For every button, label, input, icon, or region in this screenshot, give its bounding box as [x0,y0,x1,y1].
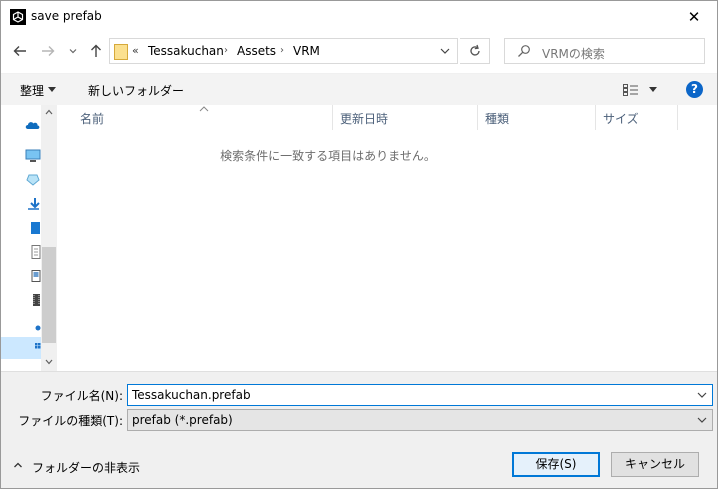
chevron-down-icon[interactable] [439,43,451,59]
unity-icon [10,9,26,25]
filetype-label: ファイルの種類(T): [18,414,123,428]
filetype-select[interactable]: prefab (*.prefab) [127,409,713,431]
chevron-down-icon[interactable] [45,359,53,365]
save-button[interactable]: 保存(S) [512,452,600,477]
downloads-icon[interactable] [25,197,41,211]
address-bar[interactable]: « Tessakuchan › Assets › VRM [109,38,458,64]
filename-field[interactable]: Tessakuchan.prefab [127,384,713,406]
save-options-panel: ファイル名(N): Tessakuchan.prefab ファイルの種類(T):… [1,371,717,488]
filetype-value: prefab (*.prefab) [132,413,233,427]
refresh-button[interactable] [460,38,490,64]
up-button[interactable] [85,39,107,63]
filename-value[interactable]: Tessakuchan.prefab [132,388,251,402]
search-input[interactable]: VRMの検索 [542,45,605,62]
forward-button[interactable] [37,39,59,63]
arrow-up-icon [91,44,101,57]
breadcrumb-assets[interactable]: Assets [237,44,276,58]
videos-icon[interactable] [25,293,41,307]
file-list[interactable]: 名前 更新日時 種類 サイズ 検索条件に一致する項目はありません。 [58,105,717,371]
folder-icon [114,44,128,60]
search-icon [518,45,530,57]
breadcrumb-overflow[interactable]: « [132,44,139,57]
filename-label: ファイル名(N): [40,389,123,403]
documents-icon[interactable] [25,245,41,259]
3d-objects-icon[interactable] [25,173,41,187]
sort-ascending-icon [199,106,209,112]
back-button[interactable] [9,39,31,63]
search-box[interactable]: VRMの検索 [504,38,705,64]
chevron-up-icon[interactable] [45,109,53,115]
navigation-pane [1,105,58,371]
cancel-button[interactable]: キャンセル [611,452,699,477]
arrow-left-icon [13,46,26,56]
breadcrumb-tessakuchan[interactable]: Tessakuchan [148,44,224,58]
title-bar: save prefab ✕ [1,1,717,33]
close-icon: ✕ [687,8,701,26]
view-options-caret-icon[interactable] [649,87,657,92]
recent-locations-button[interactable] [65,39,81,63]
column-header-size[interactable]: サイズ [596,105,678,130]
this-pc-icon[interactable] [25,149,41,163]
windows-drive-icon[interactable] [25,341,41,353]
column-header-modified-label: 更新日時 [340,112,389,126]
save-dialog: save prefab ✕ « Tessakuchan › Assets › V… [0,0,718,489]
navigation-scrollbar[interactable] [41,105,57,371]
arrow-right-icon [42,46,55,56]
column-header-name[interactable]: 名前 [58,105,333,130]
pictures-icon[interactable] [25,269,41,283]
organize-button[interactable]: 整理 [20,82,44,99]
breadcrumb-separator[interactable]: › [224,45,228,56]
window-title: save prefab [31,9,102,23]
column-header-type-label: 種類 [485,112,510,126]
chevron-down-icon[interactable] [696,389,708,401]
breadcrumb-vrm[interactable]: VRM [293,44,320,58]
new-folder-button[interactable]: 新しいフォルダー [88,82,184,99]
column-header-size-label: サイズ [603,112,639,126]
close-button[interactable]: ✕ [671,1,717,33]
refresh-icon [469,44,480,56]
view-details-icon[interactable] [623,84,639,96]
column-header-type[interactable]: 種類 [478,105,596,130]
desktop-icon[interactable] [25,221,41,235]
breadcrumb-separator[interactable]: › [280,45,284,56]
column-header-name-label: 名前 [80,112,105,126]
scrollbar-thumb[interactable] [42,247,56,343]
column-header-modified[interactable]: 更新日時 [333,105,478,130]
chevron-down-icon [69,49,77,54]
chevron-up-icon [14,462,22,468]
music-icon[interactable] [25,323,41,331]
caret-down-icon[interactable] [48,87,56,92]
empty-list-message: 検索条件に一致する項目はありません。 [220,149,436,163]
help-icon[interactable]: ? [686,81,703,98]
chevron-down-icon[interactable] [696,414,708,426]
onedrive-icon[interactable] [25,119,41,131]
command-bar: 整理 新しいフォルダー ? [1,73,717,105]
hide-folders-label: フォルダーの非表示 [32,461,141,475]
